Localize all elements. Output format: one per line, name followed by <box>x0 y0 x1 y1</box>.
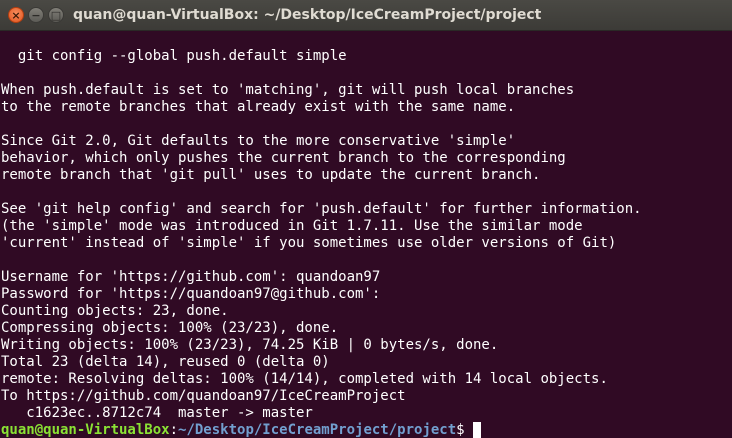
prompt-user-host: quan@quan-VirtualBox <box>1 422 170 438</box>
output-line: c1623ec..8712c74 master -> master <box>1 405 313 421</box>
prompt-line[interactable]: quan@quan-VirtualBox:~/Desktop/IceCreamP… <box>1 422 732 438</box>
output-line: 'current' instead of 'simple' if you som… <box>1 235 617 251</box>
output-line: When push.default is set to 'matching', … <box>1 82 575 98</box>
output-line: Writing objects: 100% (23/23), 74.25 KiB… <box>1 337 499 353</box>
maximize-button[interactable]: □ <box>48 7 64 23</box>
prompt-symbol: $ <box>456 422 474 438</box>
output-line: remote branch that 'git pull' uses to up… <box>1 167 541 183</box>
prompt-separator: : <box>169 422 179 438</box>
output-line: (the 'simple' mode was introduced in Git… <box>1 218 583 234</box>
output-line: git config --global push.default simple <box>1 48 347 64</box>
close-button[interactable]: × <box>8 7 24 23</box>
minimize-button[interactable]: − <box>28 7 44 23</box>
text-cursor[interactable] <box>473 422 482 438</box>
output-line: Password for 'https://quandoan97@github.… <box>1 286 381 302</box>
minimize-icon: − <box>31 9 41 22</box>
terminal-output[interactable]: git config --global push.default simple … <box>0 31 732 438</box>
prompt-path: ~/Desktop/IceCreamProject/project <box>178 422 457 438</box>
output-line: Counting objects: 23, done. <box>1 303 229 319</box>
close-icon: × <box>11 9 21 22</box>
output-line: See 'git help config' and search for 'pu… <box>1 201 642 217</box>
output-line: to the remote branches that already exis… <box>1 99 516 115</box>
terminal-window: × − □ quan@quan-VirtualBox: ~/Desktop/Ic… <box>0 0 732 438</box>
title-bar[interactable]: × − □ quan@quan-VirtualBox: ~/Desktop/Ic… <box>0 0 732 31</box>
output-line: behavior, which only pushes the current … <box>1 150 566 166</box>
window-title: quan@quan-VirtualBox: ~/Desktop/IceCream… <box>73 7 542 23</box>
output-line: Since Git 2.0, Git defaults to the more … <box>1 133 516 149</box>
output-line: Compressing objects: 100% (23/23), done. <box>1 320 339 336</box>
output-line: Total 23 (delta 14), reused 0 (delta 0) <box>1 354 330 370</box>
output-line: To https://github.com/quandoan97/IceCrea… <box>1 388 406 404</box>
output-line: remote: Resolving deltas: 100% (14/14), … <box>1 371 608 387</box>
maximize-icon: □ <box>50 9 62 22</box>
output-line: Username for 'https://github.com': quand… <box>1 269 381 285</box>
